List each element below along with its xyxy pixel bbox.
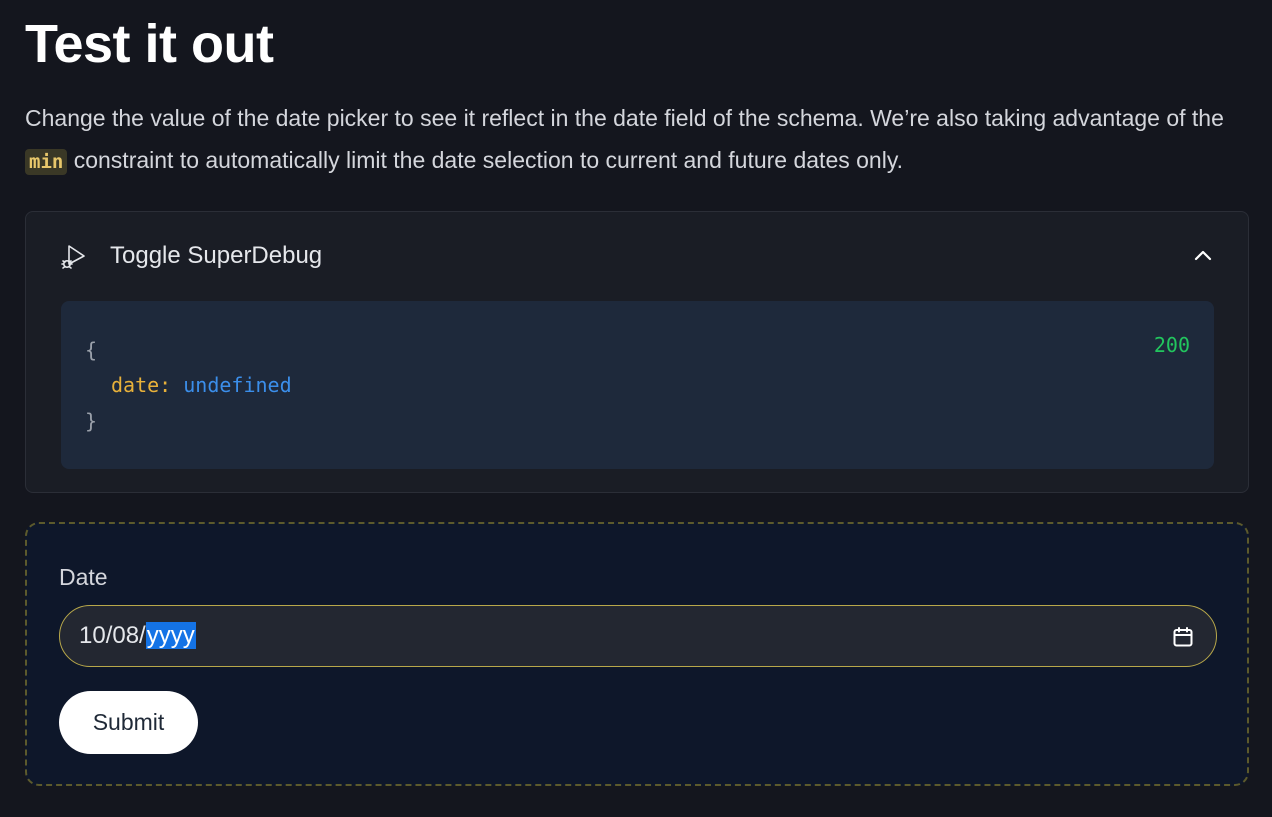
code-key-date: date: [111,373,172,397]
date-field-label: Date [59,564,108,590]
chevron-up-icon[interactable] [1192,245,1214,267]
superdebug-toggle[interactable]: Toggle SuperDebug [26,212,1248,300]
date-value-prefix: 10/08/ [79,622,146,649]
debug-output: 200 { date: undefined } [61,301,1214,469]
intro-paragraph: Change the value of the date picker to s… [25,97,1255,183]
page: Test it out Change the value of the date… [0,0,1272,817]
date-picker-input[interactable]: 10/08/yyyy [59,605,1217,667]
intro-text-after: constraint to automatically limit the da… [67,147,904,173]
bug-play-icon [61,245,85,269]
code-open-brace: { [85,338,98,362]
status-badge: 200 [1153,333,1190,357]
min-code-snippet: min [25,149,68,175]
date-year-segment[interactable]: yyyy [145,622,196,649]
code-value-date: undefined [183,373,292,397]
date-value[interactable]: 10/08/yyyy [79,621,196,651]
submit-button[interactable]: Submit [59,691,198,754]
calendar-icon[interactable] [1171,625,1195,649]
intro-text-before: Change the value of the date picker to s… [25,105,1224,131]
superdebug-panel: Toggle SuperDebug 200 { date: undefined … [25,211,1249,493]
superdebug-toggle-label: Toggle SuperDebug [110,242,323,269]
page-title: Test it out [25,14,274,74]
date-form: Date 10/08/yyyy Submit [25,522,1249,786]
code-line-date: date: undefined [111,371,292,399]
code-close-brace: } [85,409,98,433]
